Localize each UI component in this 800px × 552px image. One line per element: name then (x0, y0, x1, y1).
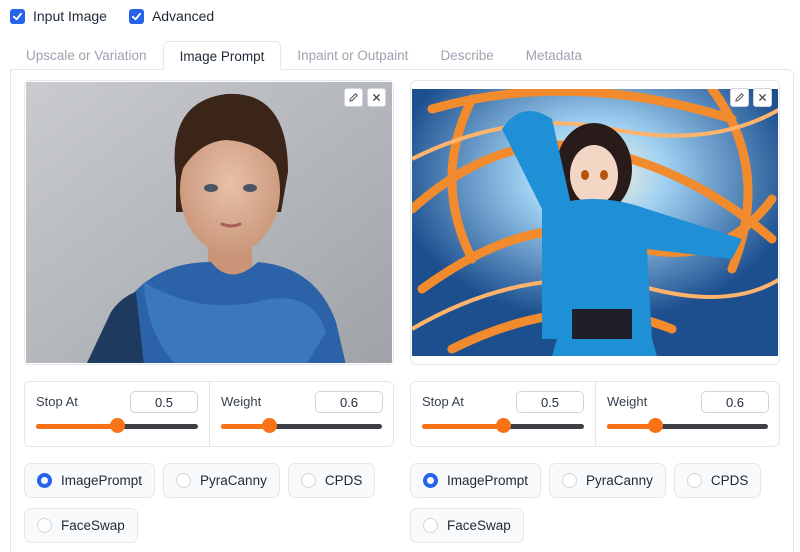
radio-label: ImagePrompt (61, 473, 143, 488)
ip-type-radios-1: ImagePrompt PyraCanny CPDS FaceSwap (24, 463, 404, 543)
image-upload-2[interactable] (410, 80, 780, 365)
radio-faceswap[interactable]: FaceSwap (24, 508, 138, 543)
radio-label: CPDS (324, 473, 363, 488)
stop-at-thumb[interactable] (496, 418, 511, 433)
image-prompt-panel: Stop At Weight ImagePrompt (10, 69, 794, 552)
tab-bar: Upscale or Variation Image Prompt Inpain… (10, 41, 800, 70)
weight-slider-1: Weight (209, 382, 393, 446)
stop-at-label: Stop At (36, 394, 78, 409)
ip-type-radios-2: ImagePrompt PyraCanny CPDS FaceSwap (410, 463, 790, 543)
weight-label: Weight (607, 394, 648, 409)
image-upload-1[interactable] (24, 80, 394, 365)
image-tools-2 (730, 88, 772, 107)
input-image-label: Input Image (33, 8, 107, 24)
stop-at-slider-2: Stop At (411, 382, 595, 446)
weight-label: Weight (221, 394, 262, 409)
stop-at-fill (36, 424, 117, 429)
pencil-icon[interactable] (344, 88, 363, 107)
portrait-photo (26, 82, 392, 363)
radio-label: FaceSwap (61, 518, 125, 533)
weight-thumb[interactable] (648, 418, 664, 433)
weight-input[interactable] (701, 391, 769, 413)
weight-track[interactable] (221, 424, 382, 429)
weight-slider-2: Weight (595, 382, 779, 446)
radio-unselected-icon[interactable] (562, 473, 578, 488)
image-prompt-slot-2: Stop At Weight ImagePrompt (410, 80, 782, 543)
radio-label: CPDS (710, 473, 749, 488)
advanced-checkbox[interactable]: Advanced (128, 6, 215, 26)
radio-unselected-icon[interactable] (176, 473, 192, 488)
stop-at-input[interactable] (130, 391, 198, 413)
tab-metadata[interactable]: Metadata (510, 41, 598, 70)
tab-upscale-or-variation[interactable]: Upscale or Variation (10, 41, 163, 70)
radio-cpds[interactable]: CPDS (673, 463, 762, 498)
stop-at-fill (422, 424, 503, 429)
weight-thumb[interactable] (262, 418, 278, 433)
advanced-label: Advanced (151, 8, 215, 24)
radio-imageprompt[interactable]: ImagePrompt (24, 463, 156, 498)
stop-at-label: Stop At (422, 394, 464, 409)
portrait-photo-illustration (26, 82, 392, 363)
pencil-icon[interactable] (730, 88, 749, 107)
checkmark-icon[interactable] (128, 8, 144, 24)
anime-illustration-art (412, 89, 778, 356)
radio-label: PyraCanny (586, 473, 653, 488)
option-checkboxes: Input Image Advanced (10, 6, 214, 26)
radio-selected-icon[interactable] (423, 473, 438, 488)
radio-unselected-icon[interactable] (300, 473, 316, 488)
image-tools-1 (344, 88, 386, 107)
radio-label: ImagePrompt (447, 473, 529, 488)
input-image-checkbox[interactable]: Input Image (10, 6, 107, 26)
radio-unselected-icon[interactable] (423, 518, 438, 533)
weight-track[interactable] (607, 424, 768, 429)
slider-row-2: Stop At Weight (410, 381, 780, 447)
slider-row-1: Stop At Weight (24, 381, 394, 447)
radio-pyracanny[interactable]: PyraCanny (163, 463, 280, 498)
radio-selected-icon[interactable] (37, 473, 52, 488)
tab-describe[interactable]: Describe (424, 41, 509, 70)
weight-input[interactable] (315, 391, 383, 413)
tab-inpaint-or-outpaint[interactable]: Inpaint or Outpaint (281, 41, 424, 70)
radio-faceswap[interactable]: FaceSwap (410, 508, 524, 543)
close-icon[interactable] (753, 88, 772, 107)
radio-pyracanny[interactable]: PyraCanny (549, 463, 666, 498)
radio-label: FaceSwap (447, 518, 511, 533)
stop-at-input[interactable] (516, 391, 584, 413)
radio-cpds[interactable]: CPDS (287, 463, 376, 498)
radio-imageprompt[interactable]: ImagePrompt (410, 463, 542, 498)
image-prompt-slot-1: Stop At Weight ImagePrompt (24, 80, 396, 543)
checkmark-icon[interactable] (10, 8, 25, 24)
tab-image-prompt[interactable]: Image Prompt (162, 41, 282, 70)
radio-unselected-icon[interactable] (686, 473, 702, 488)
radio-unselected-icon[interactable] (37, 518, 52, 533)
stop-at-slider-1: Stop At (25, 382, 209, 446)
close-icon[interactable] (367, 88, 386, 107)
stop-at-thumb[interactable] (110, 418, 125, 433)
anime-illustration (412, 89, 778, 356)
radio-label: PyraCanny (200, 473, 267, 488)
